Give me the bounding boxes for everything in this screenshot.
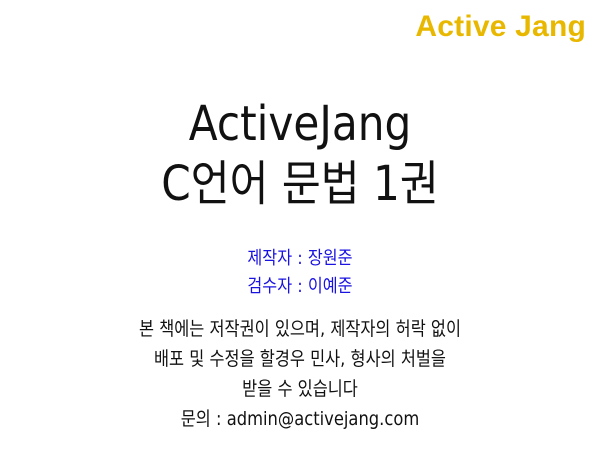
copyright-notice: 본 책에는 저작권이 있으며, 제작자의 허락 없이 배포 및 수정을 할경우 … <box>0 314 600 434</box>
title-line-2: C언어 문법 1권 <box>161 156 439 212</box>
contact-line: 문의 : admin@activejang.com <box>180 408 420 430</box>
notice-line-1: 본 책에는 저작권이 있으며, 제작자의 허락 없이 <box>139 318 461 340</box>
title-line-1: ActiveJang <box>188 96 412 152</box>
notice-line-2: 배포 및 수정을 할경우 민사, 형사의 처벌을 <box>154 348 446 370</box>
title-block: ActiveJang C언어 문법 1권 <box>0 94 600 214</box>
author-credit: 제작자 : 장원준 <box>247 248 353 269</box>
brand-logo: Active Jang <box>415 10 586 43</box>
notice-line-3: 받을 수 있습니다 <box>242 378 358 400</box>
cover-page: Active Jang ActiveJang C언어 문법 1권 제작자 : 장… <box>0 0 600 450</box>
reviewer-credit: 검수자 : 이예준 <box>247 276 353 297</box>
credits: 제작자 : 장원준 검수자 : 이예준 <box>0 245 600 301</box>
